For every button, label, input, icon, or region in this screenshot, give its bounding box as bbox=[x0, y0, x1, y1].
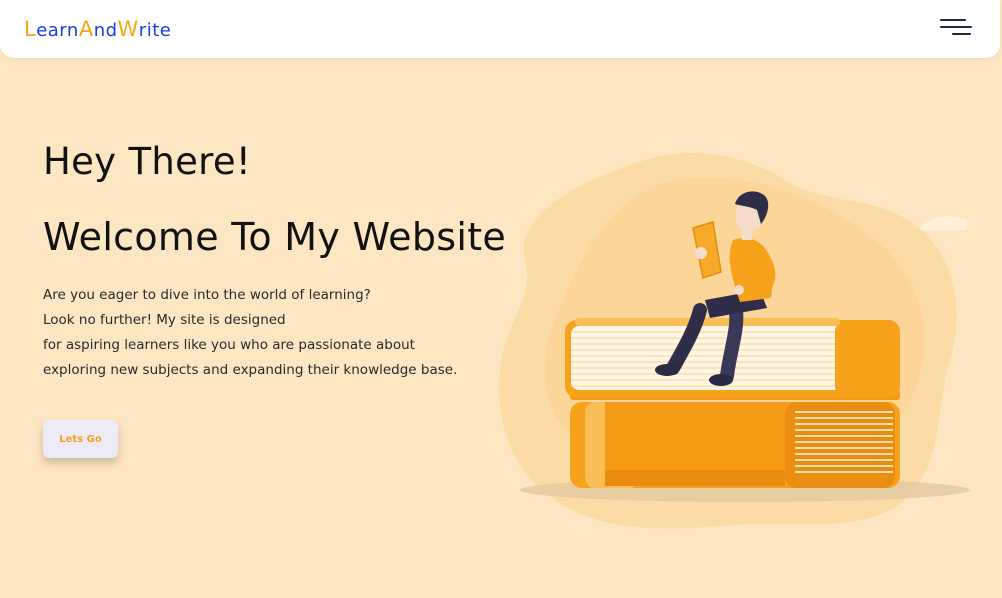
site-logo[interactable]: LearnAndWrite bbox=[24, 17, 171, 41]
logo-letter-w: W bbox=[117, 17, 139, 41]
logo-part-earn: earn bbox=[36, 20, 79, 41]
navbar: LearnAndWrite bbox=[0, 0, 1000, 58]
lets-go-button[interactable]: Lets Go bbox=[43, 420, 118, 458]
hero-illustration bbox=[499, 152, 970, 529]
description-line: exploring new subjects and expanding the… bbox=[43, 362, 458, 378]
logo-letter-a: A bbox=[78, 17, 94, 41]
logo-part-rite: rite bbox=[138, 20, 172, 41]
hero-title: Welcome To My Website bbox=[43, 215, 507, 259]
logo-part-nd: nd bbox=[93, 20, 118, 41]
bottom-book bbox=[570, 402, 900, 488]
logo-letter-l: L bbox=[24, 17, 37, 41]
hero-description: Are you eager to dive into the world of … bbox=[43, 283, 503, 383]
cloud-shape bbox=[920, 216, 967, 230]
hamburger-menu-icon[interactable] bbox=[938, 17, 972, 41]
hero-greeting: Hey There! bbox=[43, 140, 252, 183]
description-line: Look no further! My site is designed bbox=[43, 312, 286, 328]
description-line: Are you eager to dive into the world of … bbox=[43, 287, 371, 303]
description-line: for aspiring learners like you who are p… bbox=[43, 337, 415, 353]
